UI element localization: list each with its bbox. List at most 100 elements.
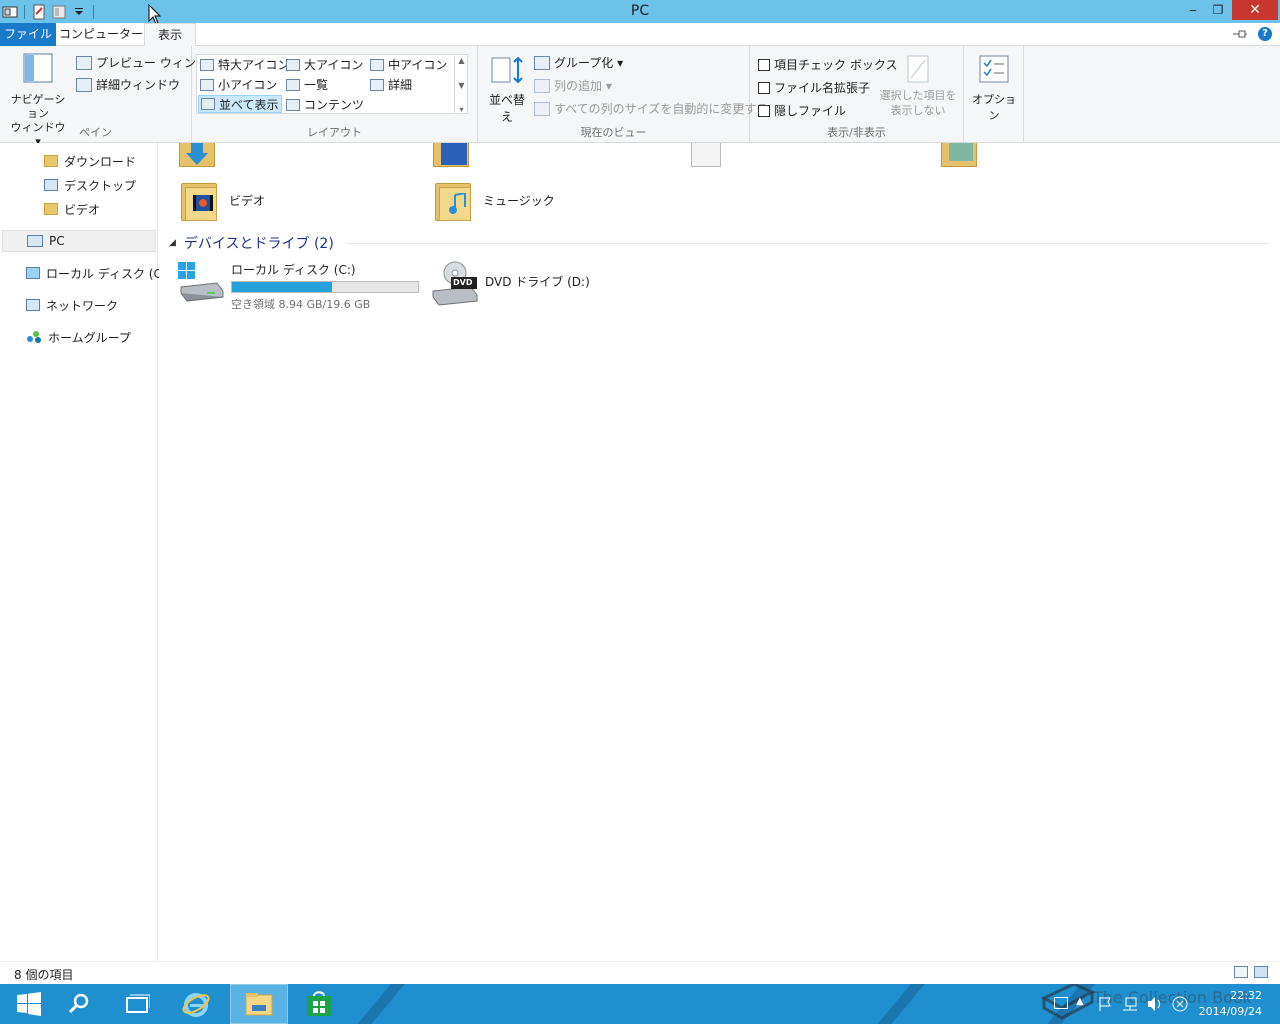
dvd-drive-icon: DVD: [431, 261, 478, 306]
folder-tile-videos[interactable]: ビデオ: [179, 179, 265, 221]
action-center-flag-icon[interactable]: [1098, 996, 1112, 1012]
gallery-up-icon[interactable]: ▲: [458, 56, 464, 65]
nav-item-downloads[interactable]: ダウンロード: [44, 150, 136, 172]
nav-item-desktop[interactable]: デスクトップ: [44, 174, 136, 196]
ribbon-group-options: オプション: [964, 46, 1024, 143]
layout-extra-large-icons[interactable]: 特大アイコン: [200, 56, 289, 73]
desktop-tile-partial[interactable]: [433, 143, 473, 169]
tab-computer[interactable]: コンピューター: [58, 23, 144, 46]
ribbon-group-pane: ナビゲーション ウィンドウ ▾ プレビュー ウィンドウ 詳細ウィンドウ ペイン: [0, 46, 220, 148]
layout-details[interactable]: 詳細: [370, 76, 412, 93]
taskbar-stripe: [860, 984, 934, 1024]
hidden-items-label: 隠しファイル: [774, 104, 847, 118]
content-area: ビデオ ミュージック ◢ デバイスとドライブ (2) ローカル ディスク (C:…: [159, 143, 1280, 961]
nav-item-homegroup-label: ホームグループ: [48, 330, 131, 345]
nav-item-videos[interactable]: ビデオ: [44, 198, 100, 220]
layout-large-icons[interactable]: 大アイコン: [286, 56, 363, 73]
layout-tiles[interactable]: 並べて表示: [198, 95, 282, 113]
show-hidden-icons-icon[interactable]: ▲: [1076, 996, 1084, 1007]
clock[interactable]: 22:32 2014/09/24: [1199, 988, 1262, 1020]
taskbar-file-explorer[interactable]: [230, 984, 288, 1024]
taskbar: The Collection Book ▲ 22:32 2014/09/24: [0, 984, 1280, 1024]
small-icons-icon: [200, 78, 214, 91]
layout-content[interactable]: コンテンツ: [286, 96, 364, 113]
hidden-items-toggle[interactable]: 隠しファイル: [758, 102, 846, 119]
task-view-button[interactable]: [108, 984, 166, 1024]
nav-item-network-label: ネットワーク: [46, 298, 119, 313]
gallery-more-icon[interactable]: ▾: [459, 105, 463, 114]
tab-file[interactable]: ファイル: [0, 23, 56, 46]
documents-tile-partial[interactable]: [687, 143, 727, 169]
nav-item-homegroup[interactable]: ホームグループ: [26, 326, 131, 348]
sort-by-button[interactable]: 並べ替え: [484, 54, 530, 125]
ribbon: ナビゲーション ウィンドウ ▾ プレビュー ウィンドウ 詳細ウィンドウ ペイン …: [0, 46, 1280, 148]
nav-item-local-disk[interactable]: ローカル ディスク (C:): [26, 262, 171, 284]
folder-tile-videos-label: ビデオ: [229, 193, 266, 208]
large-icons-view-icon[interactable]: [1254, 966, 1268, 978]
minimize-button[interactable]: ‒: [1180, 0, 1206, 20]
file-extensions-checkbox[interactable]: [758, 81, 770, 94]
pin-ribbon-icon[interactable]: [1232, 29, 1248, 39]
drive-tile-c[interactable]: ローカル ディスク (C:) 空き領域 8.94 GB/19.6 GB: [177, 261, 419, 312]
file-extensions-label: ファイル名拡張子: [774, 81, 871, 95]
add-columns-label: 列の追加 ▾: [554, 79, 612, 93]
nav-item-network[interactable]: ネットワーク: [26, 294, 118, 316]
help-icon[interactable]: ?: [1258, 27, 1272, 41]
medium-icons-icon: [370, 58, 384, 71]
nav-item-desktop-label: デスクトップ: [64, 178, 137, 193]
drive-tile-d[interactable]: DVD DVD ドライブ (D:): [431, 261, 590, 306]
size-columns-icon: [534, 101, 550, 116]
collapse-triangle-icon[interactable]: ◢: [169, 238, 176, 248]
network-status-icon[interactable]: [1122, 996, 1138, 1012]
close-button[interactable]: ✕: [1232, 0, 1278, 20]
hide-selected-items-button[interactable]: 選択した項目を 表示しない: [878, 54, 958, 118]
group-label-layout: レイアウト: [307, 126, 362, 139]
folder-tile-music[interactable]: ミュージック: [433, 179, 555, 221]
drive-c-usage-bar: [231, 281, 419, 293]
layout-list[interactable]: 一覧: [286, 76, 328, 93]
error-icon[interactable]: [1172, 996, 1188, 1012]
sort-by-label: 並べ替え: [488, 93, 525, 124]
item-checkboxes-checkbox[interactable]: [758, 58, 770, 71]
music-folder-icon: [433, 179, 473, 221]
tab-view[interactable]: 表示: [144, 23, 196, 47]
gallery-down-icon[interactable]: ▼: [458, 81, 464, 90]
add-columns-icon: [534, 78, 550, 93]
group-by-label: グループ化 ▾: [554, 56, 624, 70]
local-disk-icon: [26, 267, 40, 279]
drive-c-free-space: 空き領域 8.94 GB/19.6 GB: [231, 298, 371, 311]
hide-selected-label-1: 選択した項目を: [879, 89, 957, 102]
layout-small-icons[interactable]: 小アイコン: [200, 76, 277, 93]
taskbar-store[interactable]: [290, 984, 348, 1024]
ribbon-group-current-view: 並べ替え グループ化 ▾ 列の追加 ▾ すべての列のサイズを自動的に変更する 現…: [478, 46, 768, 143]
ribbon-tabs: ファイル コンピューター 表示 ?: [0, 23, 1280, 47]
keyboard-icon[interactable]: [1054, 997, 1068, 1009]
options-button[interactable]: オプション: [968, 54, 1020, 123]
item-checkboxes-toggle[interactable]: 項目チェック ボックス: [758, 56, 897, 73]
taskbar-internet-explorer[interactable]: [167, 984, 225, 1024]
details-pane-button[interactable]: 詳細ウィンドウ: [76, 76, 180, 93]
file-explorer-icon: [245, 993, 273, 1016]
nav-item-pc[interactable]: PC: [2, 230, 156, 252]
clock-date: 2014/09/24: [1198, 1005, 1262, 1018]
local-disk-c-icon: [177, 261, 224, 302]
add-columns-button[interactable]: 列の追加 ▾: [534, 77, 612, 94]
nav-item-downloads-label: ダウンロード: [64, 154, 137, 169]
restore-button[interactable]: ❐: [1205, 0, 1231, 20]
devices-and-drives-header[interactable]: ◢ デバイスとドライブ (2): [169, 233, 1269, 253]
navigation-pane: ダウンロード デスクトップ ビデオ PC ローカル ディスク (C:) ネットワ…: [0, 143, 171, 961]
size-all-columns-button[interactable]: すべての列のサイズを自動的に変更する: [534, 100, 768, 117]
layout-medium-icons[interactable]: 中アイコン: [370, 56, 447, 73]
group-by-button[interactable]: グループ化 ▾: [534, 54, 623, 71]
details-view-icon[interactable]: [1234, 966, 1248, 978]
layout-gallery-scroll[interactable]: ▲ ▼ ▾: [454, 56, 468, 114]
downloads-tile-partial[interactable]: [179, 143, 219, 169]
search-button[interactable]: [50, 984, 108, 1024]
pictures-tile-partial[interactable]: [941, 143, 981, 169]
desktop-icon: [44, 179, 58, 191]
hidden-items-checkbox[interactable]: [758, 104, 770, 117]
group-by-icon: [534, 55, 550, 70]
volume-icon[interactable]: [1146, 996, 1164, 1012]
nav-item-videos-label: ビデオ: [64, 202, 101, 217]
file-extensions-toggle[interactable]: ファイル名拡張子: [758, 79, 870, 96]
